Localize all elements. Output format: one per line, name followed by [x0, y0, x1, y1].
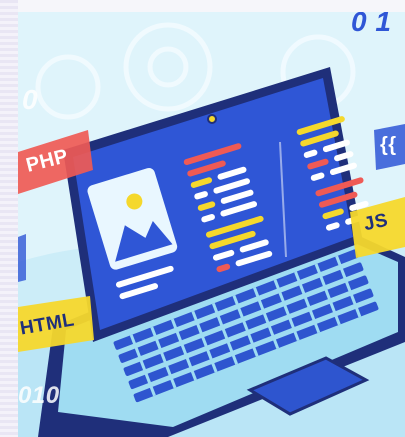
top-strip	[0, 0, 405, 12]
braces-label: {{	[380, 134, 397, 156]
webcam-icon	[207, 114, 217, 124]
laptop-illustration	[18, 22, 405, 437]
binary-top-left: 0	[22, 84, 39, 115]
binary-top-right: 0 1	[351, 12, 392, 37]
binary-bottom-left: 010	[18, 382, 60, 409]
left-strip	[0, 0, 18, 437]
illustration-frame: PHP JS HTML {{ 0 1 0 010	[18, 12, 405, 437]
